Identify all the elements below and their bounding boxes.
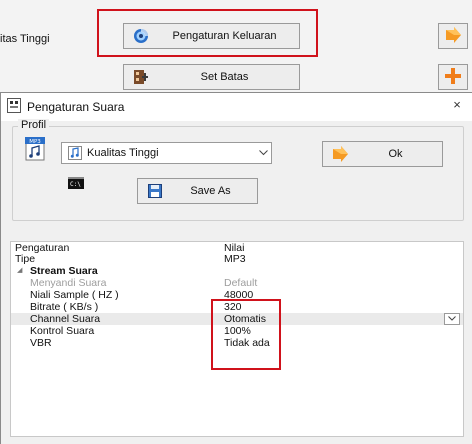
arrow-right-icon	[444, 26, 462, 46]
row-name: Kontrol Suara	[30, 325, 95, 337]
highlight-box-values	[211, 299, 281, 370]
table-row-group[interactable]: ◢ Stream Suara	[11, 265, 463, 277]
row-name: Menyandi Suara	[30, 277, 107, 289]
chevron-down-icon	[255, 148, 271, 158]
save-as-button[interactable]: Save As	[137, 178, 258, 204]
add-button[interactable]	[438, 64, 468, 90]
command-prompt-icon[interactable]: C:\	[68, 177, 84, 189]
settings-window-icon	[7, 98, 21, 113]
set-limit-label: Set Batas	[200, 71, 249, 83]
row-name: VBR	[30, 337, 52, 349]
floppy-disk-icon	[146, 182, 164, 200]
ok-button[interactable]: Ok	[322, 141, 443, 167]
ok-label: Ok	[388, 148, 403, 160]
svg-text:C:\: C:\	[70, 181, 81, 188]
row-value: Default	[224, 277, 258, 289]
table-row: Menyandi Suara Default	[11, 277, 463, 289]
next-arrow-button[interactable]	[438, 23, 468, 49]
row-name: Channel Suara	[30, 313, 101, 325]
row-name: Bitrate ( KB/s )	[30, 301, 99, 313]
plus-icon	[444, 67, 462, 88]
row-value: MP3	[224, 253, 246, 265]
close-button[interactable]: ×	[449, 97, 465, 113]
sound-settings-dialog: Pengaturan Suara × Profil MP3 Kualitas T…	[0, 92, 472, 444]
dialog-title: Pengaturan Suara	[27, 100, 125, 114]
mp3-file-icon: MP3	[25, 137, 45, 161]
music-note-icon	[68, 146, 82, 160]
quality-label: itas Tinggi	[0, 33, 50, 45]
profile-select-value: Kualitas Tinggi	[87, 147, 159, 159]
row-name: Stream Suara	[30, 265, 98, 277]
channel-dropdown-button[interactable]	[444, 313, 460, 325]
highlight-box-output-settings	[97, 9, 318, 57]
profile-select[interactable]: Kualitas Tinggi	[61, 142, 272, 164]
row-name: Tipe	[15, 253, 36, 265]
svg-text:MP3: MP3	[29, 139, 41, 145]
arrow-right-icon	[331, 145, 349, 163]
collapse-triangle-icon[interactable]: ◢	[17, 265, 22, 277]
set-limit-button[interactable]: Set Batas	[123, 64, 300, 90]
save-as-label: Save As	[190, 185, 231, 197]
row-name: Niali Sample ( HZ )	[30, 289, 119, 301]
film-limit-icon	[132, 68, 150, 86]
profile-group-label: Profil	[18, 119, 50, 131]
table-row[interactable]: Tipe MP3	[11, 253, 463, 265]
